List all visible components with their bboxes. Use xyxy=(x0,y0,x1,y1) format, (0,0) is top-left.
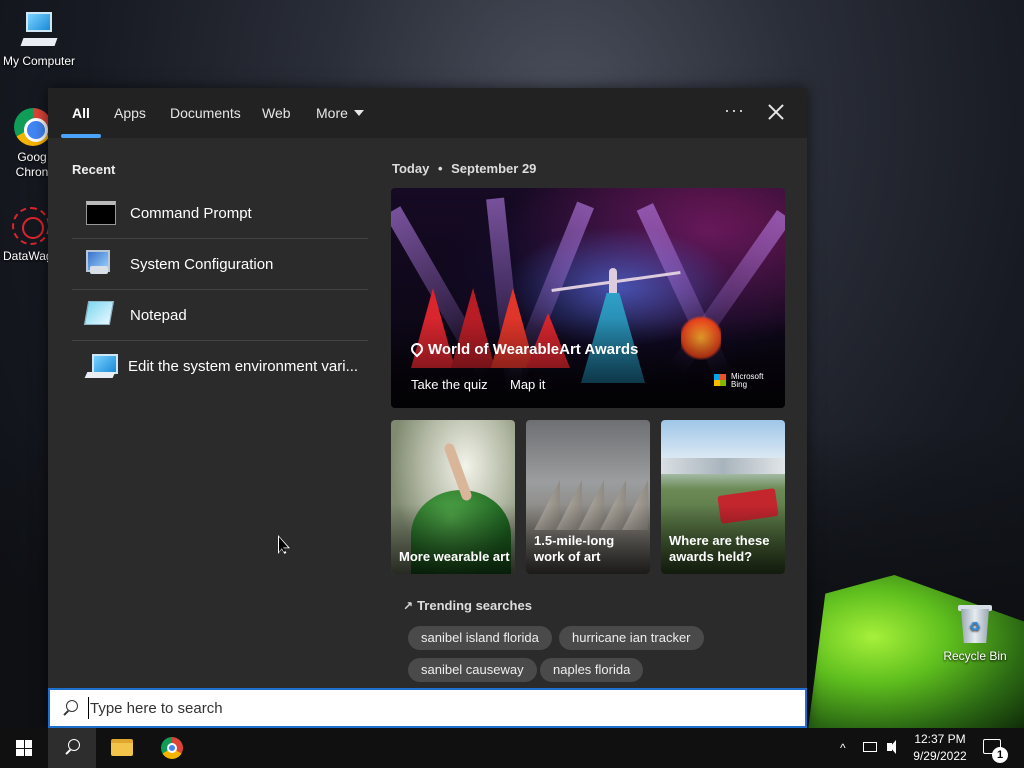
bing-brand: Microsoft Bing xyxy=(731,373,771,389)
notepad-icon xyxy=(83,301,118,329)
datawag-icon xyxy=(12,207,48,245)
notification-count-badge: 1 xyxy=(992,747,1008,763)
start-button[interactable] xyxy=(0,728,48,768)
clock-date: 9/29/2022 xyxy=(913,749,967,763)
search-flyout: All Apps Documents Web More ··· Recent C… xyxy=(48,88,807,728)
trending-heading: ↗ Trending searches xyxy=(403,598,532,613)
take-quiz-link[interactable]: Take the quiz xyxy=(411,377,488,392)
tab-web[interactable]: Web xyxy=(262,105,291,121)
volume-icon[interactable] xyxy=(886,728,900,768)
close-icon[interactable] xyxy=(765,101,787,123)
search-box[interactable] xyxy=(48,688,807,728)
folder-icon xyxy=(111,739,133,756)
map-it-link[interactable]: Map it xyxy=(510,377,545,392)
desktop-icon-label: Goog Chron xyxy=(15,150,49,179)
tab-documents[interactable]: Documents xyxy=(170,105,241,121)
environment-variables-icon xyxy=(86,353,118,380)
taskbar-clock[interactable]: 12:37 PM 9/29/2022 xyxy=(905,731,975,765)
recycle-bin-icon: ♻ xyxy=(958,603,992,645)
search-icon xyxy=(64,739,80,755)
clock-time: 12:37 PM xyxy=(914,732,966,746)
trending-chip[interactable]: naples florida xyxy=(540,658,644,682)
tile-label: More wearable art xyxy=(399,549,510,564)
taskbar: ^ 12:37 PM 9/29/2022 1 xyxy=(0,728,1024,768)
chrome-icon xyxy=(161,737,183,759)
tile-mile-long-art[interactable]: 1.5-mile-long work of art xyxy=(526,420,650,574)
trending-arrow-icon: ↗ xyxy=(403,599,414,613)
system-configuration-icon xyxy=(86,250,118,278)
search-icon xyxy=(62,700,78,716)
recent-item-label: Notepad xyxy=(130,306,187,324)
recent-heading: Recent xyxy=(72,162,116,177)
recent-item-command-prompt[interactable]: Command Prompt xyxy=(72,188,368,239)
tile-label: Where are these awards held? xyxy=(669,533,770,564)
desktop-icon-label: My Computer xyxy=(2,54,76,68)
desktop-icon-recycle-bin[interactable]: ♻ Recycle Bin xyxy=(937,603,1013,663)
tab-apps[interactable]: Apps xyxy=(114,105,146,121)
today-separator: • xyxy=(437,161,443,176)
trending-chip[interactable]: hurricane ian tracker xyxy=(559,626,704,650)
today-heading: Today • September 29 xyxy=(392,161,536,176)
active-tab-indicator xyxy=(61,134,101,138)
tab-more-label: More xyxy=(316,105,348,121)
recent-list: Command Prompt System Configuration Note… xyxy=(72,188,368,392)
microsoft-logo-icon xyxy=(714,374,726,386)
more-dots-icon[interactable]: ··· xyxy=(724,100,745,121)
tab-more[interactable]: More xyxy=(316,105,364,121)
network-icon[interactable] xyxy=(862,728,878,768)
windows-logo-icon xyxy=(16,740,32,756)
computer-icon xyxy=(20,10,58,50)
chrome-icon xyxy=(14,108,52,146)
today-label: Today xyxy=(392,161,430,176)
desktop-icon-label: DataWag xyxy=(3,249,48,263)
tile-wearable-art[interactable]: More wearable art xyxy=(391,420,515,574)
brand-line2: Bing xyxy=(731,380,748,389)
search-input[interactable] xyxy=(88,697,788,719)
trending-chip[interactable]: sanibel causeway xyxy=(408,658,537,682)
desktop-icon-label: Recycle Bin xyxy=(943,649,1007,663)
today-date: September 29 xyxy=(451,161,537,176)
taskbar-chrome[interactable] xyxy=(148,728,196,768)
recent-item-label: Edit the system environment vari... xyxy=(128,358,359,375)
desktop-icon-my-computer[interactable]: My Computer xyxy=(1,10,77,68)
tray-chevron-icon[interactable]: ^ xyxy=(840,728,846,768)
hero-title[interactable]: World of WearableArt Awards xyxy=(428,341,638,358)
recent-item-label: System Configuration xyxy=(130,255,274,273)
recent-item-system-configuration[interactable]: System Configuration xyxy=(72,239,368,290)
command-prompt-icon xyxy=(86,199,118,227)
hero-card[interactable]: World of WearableArt Awards Take the qui… xyxy=(391,188,785,408)
flyout-tab-bar: All Apps Documents Web More ··· xyxy=(48,88,807,138)
tile-label: 1.5-mile-long work of art xyxy=(534,533,615,564)
caret-down-icon xyxy=(353,110,364,116)
desktop-icon-datawag[interactable]: DataWag xyxy=(0,207,48,263)
desktop-icon-chrome[interactable]: Goog Chron xyxy=(0,108,52,180)
recent-item-environment-variables[interactable]: Edit the system environment vari... xyxy=(72,341,368,392)
trending-title: Trending searches xyxy=(417,598,532,613)
tab-all[interactable]: All xyxy=(72,105,90,121)
taskbar-search-button[interactable] xyxy=(48,728,96,768)
recent-item-label: Command Prompt xyxy=(130,204,252,222)
recent-item-notepad[interactable]: Notepad xyxy=(72,290,368,341)
tile-awards-location[interactable]: Where are these awards held? xyxy=(661,420,785,574)
taskbar-file-explorer[interactable] xyxy=(98,728,146,768)
trending-chip[interactable]: sanibel island florida xyxy=(408,626,552,650)
